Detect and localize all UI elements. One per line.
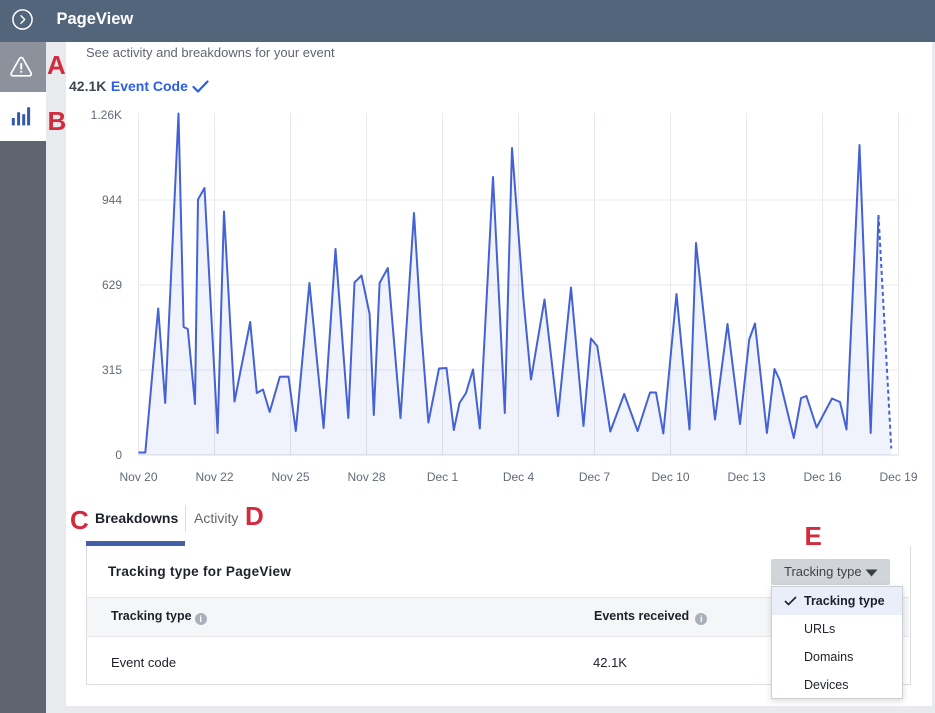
svg-text:Dec 10: Dec 10 xyxy=(651,470,689,484)
svg-text:1.26K: 1.26K xyxy=(91,108,122,122)
svg-text:0: 0 xyxy=(115,448,122,462)
svg-text:Dec 4: Dec 4 xyxy=(503,470,535,484)
svg-text:315: 315 xyxy=(102,363,122,377)
svg-text:Dec 1: Dec 1 xyxy=(427,470,459,484)
svg-text:Dec 19: Dec 19 xyxy=(879,470,917,484)
svg-text:Dec 13: Dec 13 xyxy=(727,470,765,484)
svg-text:Nov 22: Nov 22 xyxy=(195,470,233,484)
svg-text:944: 944 xyxy=(102,193,122,207)
svg-text:Nov 20: Nov 20 xyxy=(119,470,157,484)
svg-text:Nov 25: Nov 25 xyxy=(271,470,309,484)
svg-text:Dec 16: Dec 16 xyxy=(803,470,841,484)
svg-text:629: 629 xyxy=(102,278,122,292)
svg-text:Nov 28: Nov 28 xyxy=(347,470,385,484)
svg-text:Dec 7: Dec 7 xyxy=(579,470,611,484)
